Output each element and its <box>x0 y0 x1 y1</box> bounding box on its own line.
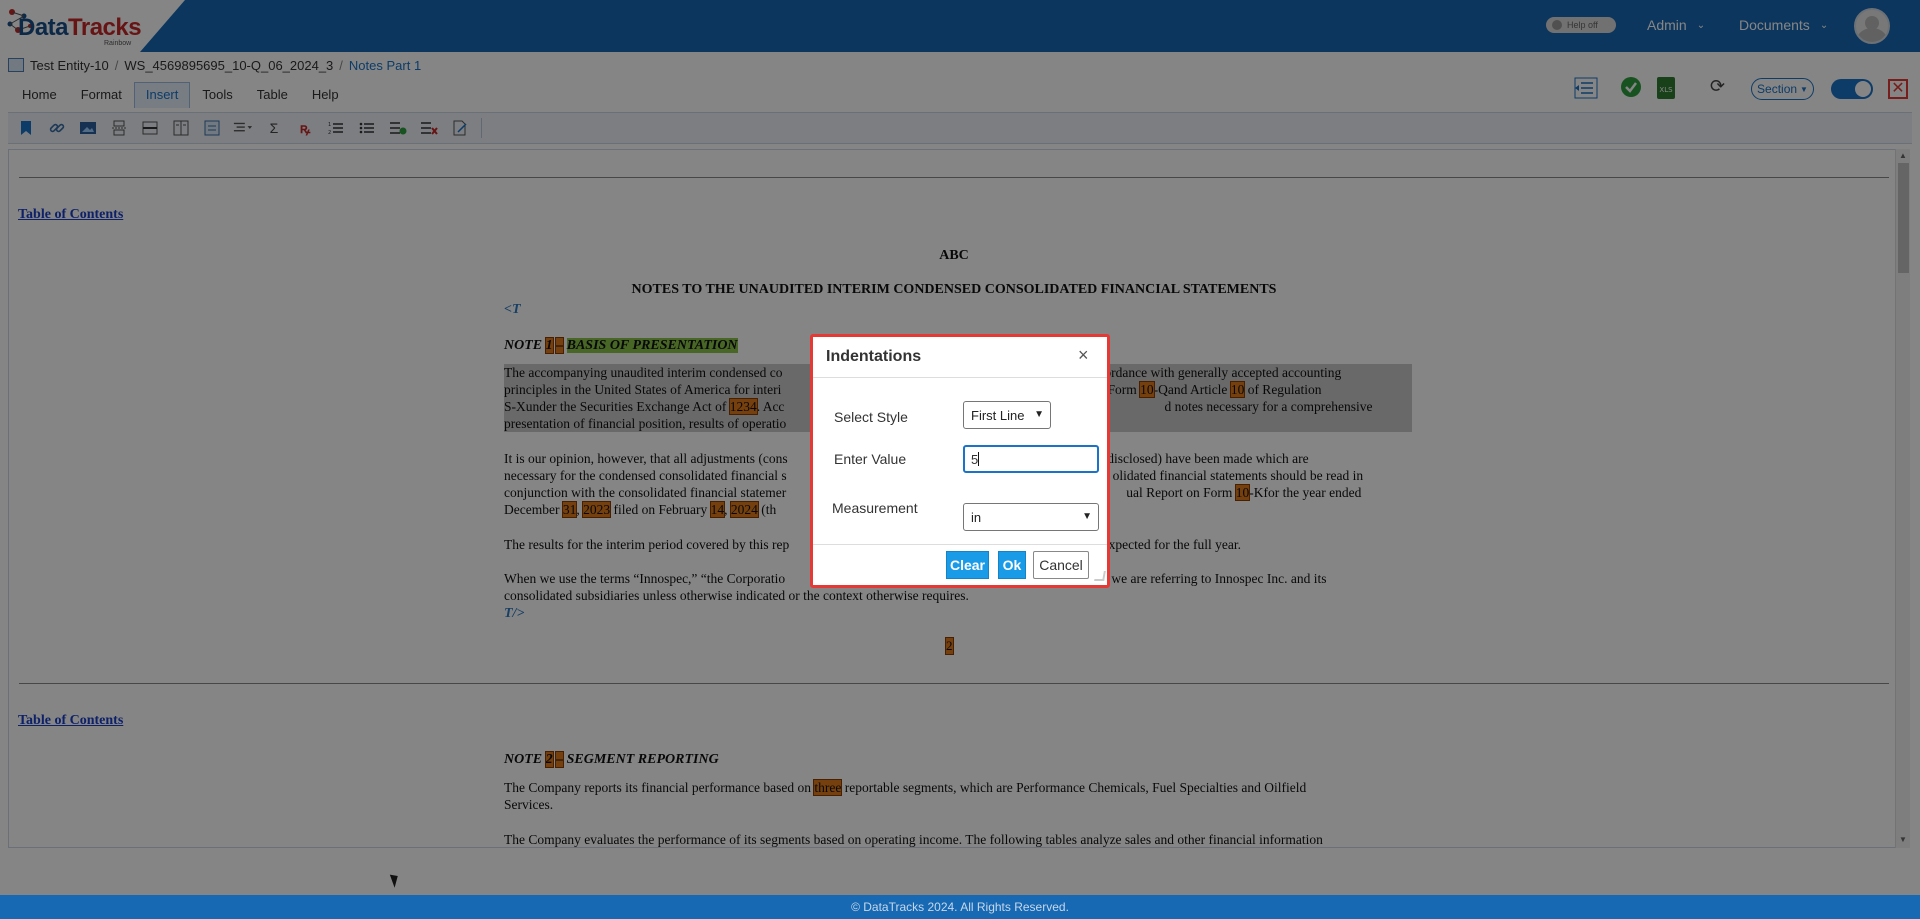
text-caret <box>978 452 980 466</box>
footer: © DataTracks 2024. All Rights Reserved. <box>0 895 1920 919</box>
clear-button[interactable]: Clear <box>946 551 989 579</box>
close-icon[interactable]: × <box>1078 345 1089 366</box>
measurement-value: in <box>971 509 982 525</box>
select-style-dropdown[interactable]: First Line ▼ <box>963 401 1051 429</box>
dialog-footer-divider <box>813 544 1107 545</box>
indent-value-text: 5 <box>971 451 979 467</box>
dialog-title: Indentations <box>826 348 922 365</box>
select-style-label: Select Style <box>834 409 908 425</box>
measurement-label: Measurement <box>832 500 918 516</box>
indent-value-input[interactable]: 5 <box>963 445 1099 473</box>
dialog-header-divider <box>813 377 1107 378</box>
cancel-button[interactable]: Cancel <box>1033 551 1089 579</box>
chevron-down-icon: ▼ <box>1034 409 1044 420</box>
select-style-value: First Line <box>971 407 1025 423</box>
chevron-down-icon: ▼ <box>1082 511 1092 522</box>
indentations-dialog: Indentations × Select Style First Line ▼… <box>810 334 1110 588</box>
ok-button[interactable]: Ok <box>998 551 1026 579</box>
resize-handle-icon[interactable] <box>1094 571 1106 581</box>
enter-value-label: Enter Value <box>834 451 907 467</box>
measurement-dropdown[interactable]: in ▼ <box>963 503 1099 531</box>
